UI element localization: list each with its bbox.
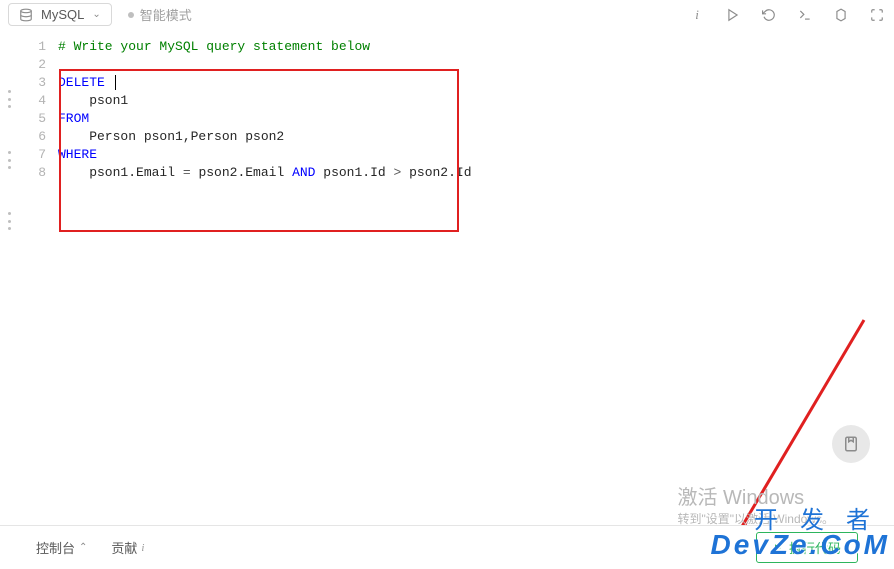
- line-number: 3: [24, 74, 58, 92]
- mode-indicator[interactable]: 智能模式: [128, 5, 192, 24]
- play-icon: [773, 543, 783, 553]
- chevron-down-icon: ⌄: [92, 9, 100, 20]
- bookmark-button[interactable]: [832, 425, 870, 463]
- code-line[interactable]: 3DELETE: [24, 74, 894, 92]
- reset-icon[interactable]: [760, 6, 778, 24]
- info-icon: i: [141, 542, 144, 554]
- code-editor[interactable]: 1# Write your MySQL query statement belo…: [0, 30, 894, 525]
- toolbar-right: i: [688, 6, 886, 24]
- code-text[interactable]: # Write your MySQL query statement below: [58, 38, 370, 56]
- fullscreen-icon[interactable]: [868, 6, 886, 24]
- code-text[interactable]: DELETE: [58, 74, 116, 92]
- console-tab[interactable]: 控制台 ⌃: [36, 538, 87, 557]
- mode-label: 智能模式: [140, 5, 192, 24]
- editor-topbar: MySQL ⌄ 智能模式 i: [0, 0, 894, 30]
- code-line[interactable]: 1# Write your MySQL query statement belo…: [24, 38, 894, 56]
- line-number: 5: [24, 110, 58, 128]
- run-code-button[interactable]: 执行代码: [756, 532, 858, 563]
- line-number: 2: [24, 56, 58, 74]
- language-selector[interactable]: MySQL ⌄: [8, 3, 112, 26]
- line-number: 7: [24, 146, 58, 164]
- code-text[interactable]: Person pson1,Person pson2: [58, 128, 284, 146]
- text-cursor: [115, 75, 116, 90]
- code-text[interactable]: FROM: [58, 110, 89, 128]
- bottom-bar: 控制台 ⌃ 贡献 i 执行代码: [0, 525, 894, 569]
- play-icon[interactable]: [724, 6, 742, 24]
- code-line[interactable]: 2: [24, 56, 894, 74]
- line-number: 8: [24, 164, 58, 182]
- info-icon[interactable]: i: [688, 6, 706, 24]
- code-line[interactable]: 4 pson1: [24, 92, 894, 110]
- code-text[interactable]: pson1: [58, 92, 128, 110]
- code-text[interactable]: pson1.Email = pson2.Email AND pson1.Id >…: [58, 164, 472, 182]
- chevron-up-icon: ⌃: [79, 542, 87, 553]
- code-line[interactable]: 8 pson1.Email = pson2.Email AND pson1.Id…: [24, 164, 894, 182]
- drag-handle-icon[interactable]: [8, 90, 11, 230]
- code-line[interactable]: 5FROM: [24, 110, 894, 128]
- code-text[interactable]: WHERE: [58, 146, 97, 164]
- code-line[interactable]: 6 Person pson1,Person pson2: [24, 128, 894, 146]
- language-label: MySQL: [41, 7, 84, 22]
- line-number: 1: [24, 38, 58, 56]
- status-dot-icon: [128, 12, 134, 18]
- terminal-icon[interactable]: [796, 6, 814, 24]
- settings-icon[interactable]: [832, 6, 850, 24]
- line-number: 6: [24, 128, 58, 146]
- code-line[interactable]: 7WHERE: [24, 146, 894, 164]
- code-content[interactable]: 1# Write your MySQL query statement belo…: [24, 38, 894, 182]
- annotation-arrow: [714, 315, 874, 525]
- contribute-tab[interactable]: 贡献 i: [111, 538, 144, 557]
- line-number: 4: [24, 92, 58, 110]
- database-icon: [19, 8, 33, 22]
